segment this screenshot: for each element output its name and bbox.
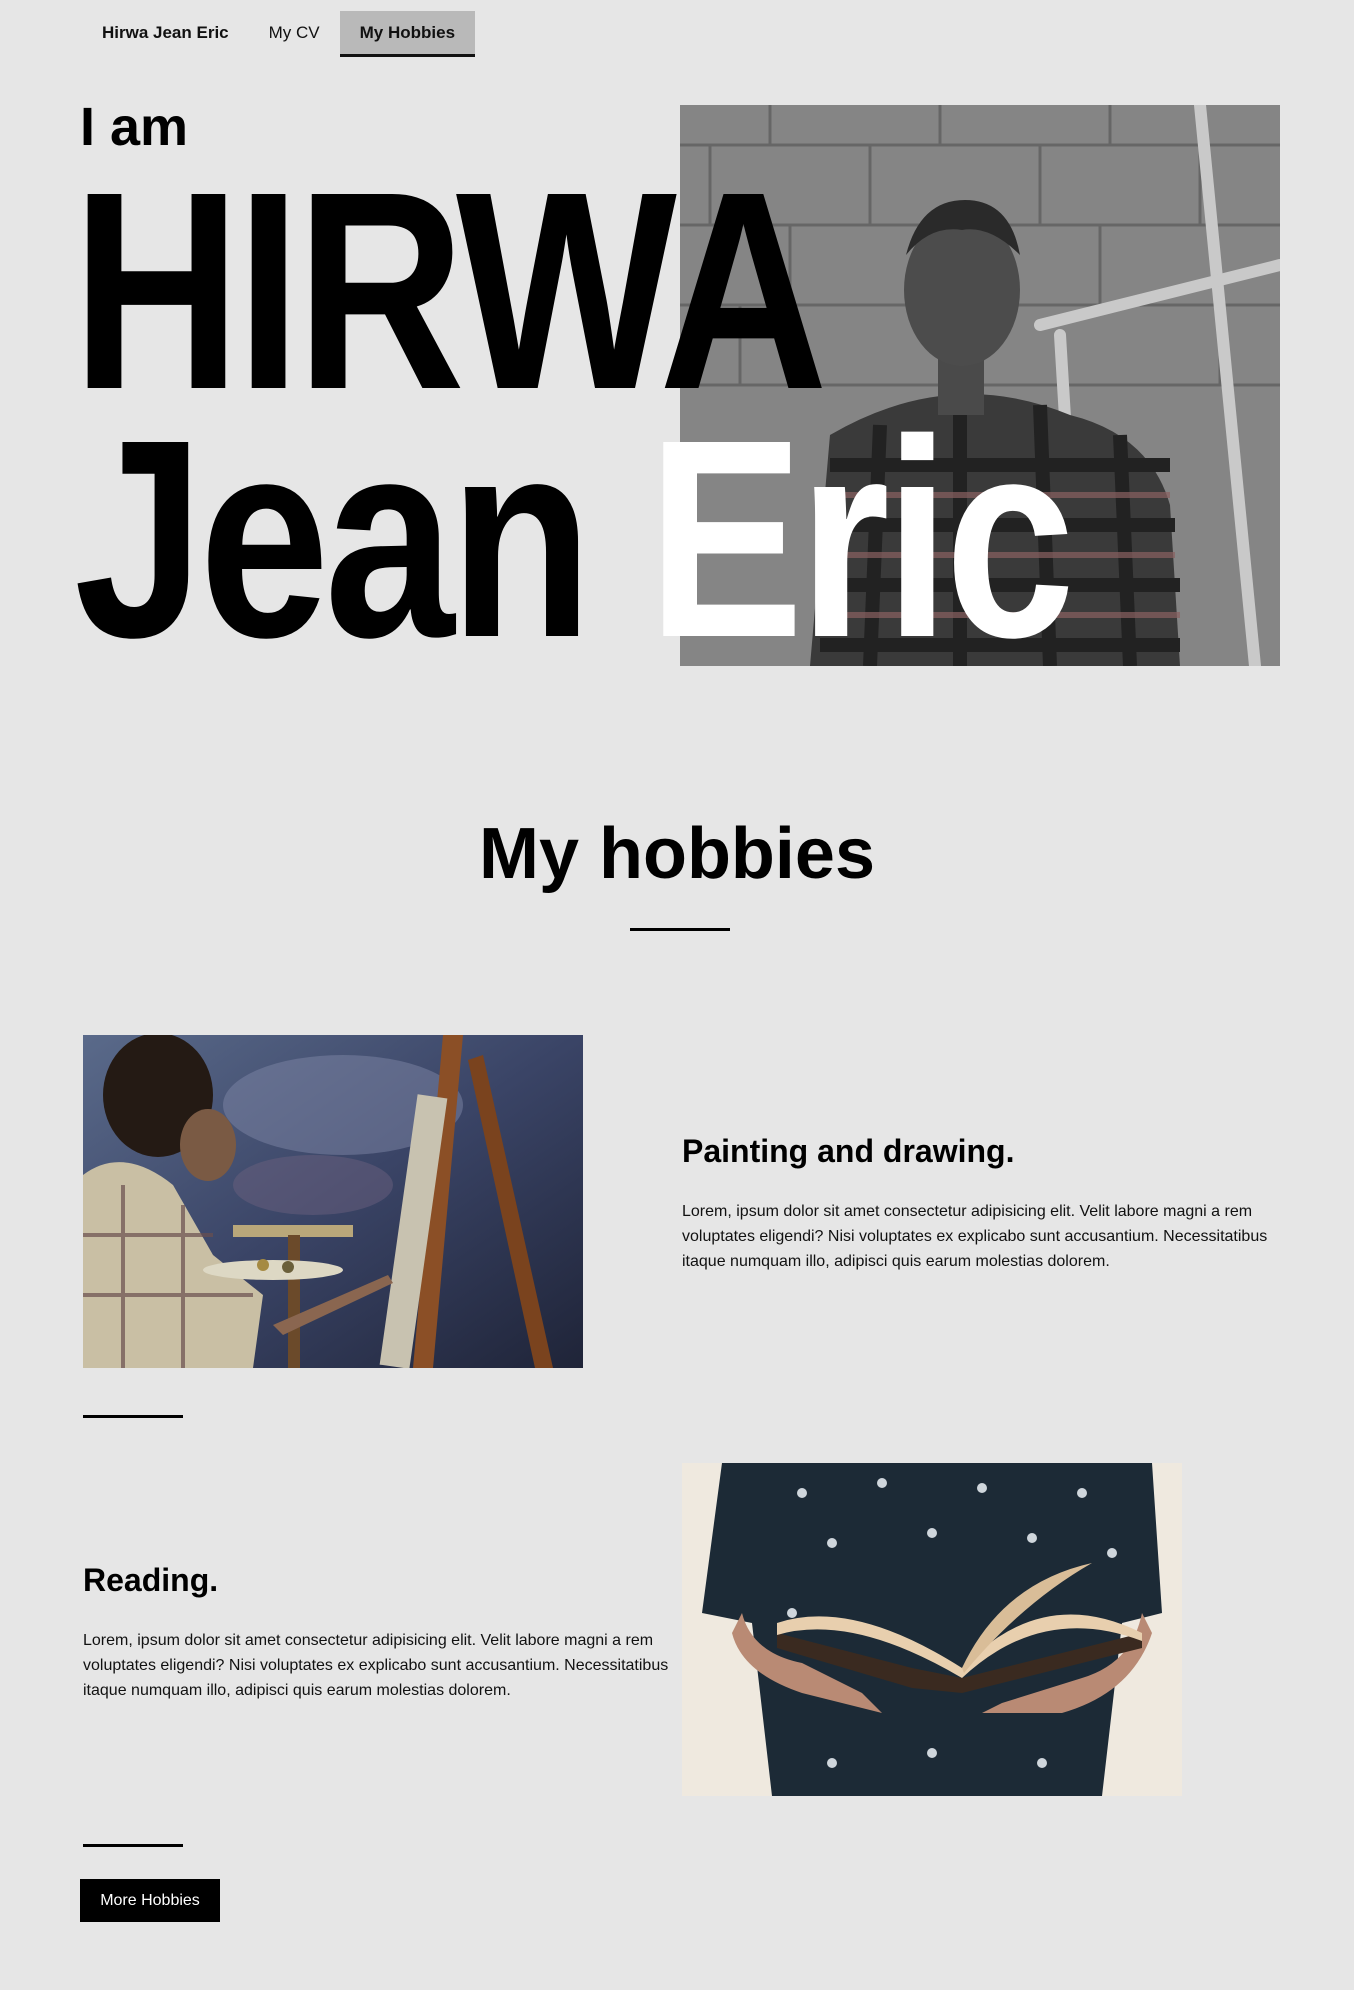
- divider: [83, 1415, 183, 1418]
- title-underline: [630, 928, 730, 931]
- hobbies-title: My hobbies: [478, 814, 876, 894]
- hobby-text-reading: Lorem, ipsum dolor sit amet consectetur …: [83, 1632, 669, 1699]
- hero-section: I am HIRWA Jean Eric: [0, 0, 1354, 700]
- hero-name-jean: Jean: [74, 381, 648, 696]
- more-hobbies-button[interactable]: More Hobbies: [80, 1879, 220, 1922]
- hobby-title-painting: Painting and drawing.: [682, 1133, 1015, 1169]
- divider: [83, 1844, 183, 1847]
- hero-name-eric: Eric: [647, 381, 1075, 696]
- hero-name-line2: Jean Eric: [74, 398, 1075, 680]
- reading-image: [682, 1463, 1182, 1796]
- painting-image: [83, 1035, 583, 1368]
- hobby-text-painting: Lorem, ipsum dolor sit amet consectetur …: [682, 1203, 1268, 1270]
- hobby-title-reading: Reading.: [83, 1562, 219, 1598]
- reading-illustration: [682, 1463, 1182, 1796]
- painting-illustration: [83, 1035, 583, 1368]
